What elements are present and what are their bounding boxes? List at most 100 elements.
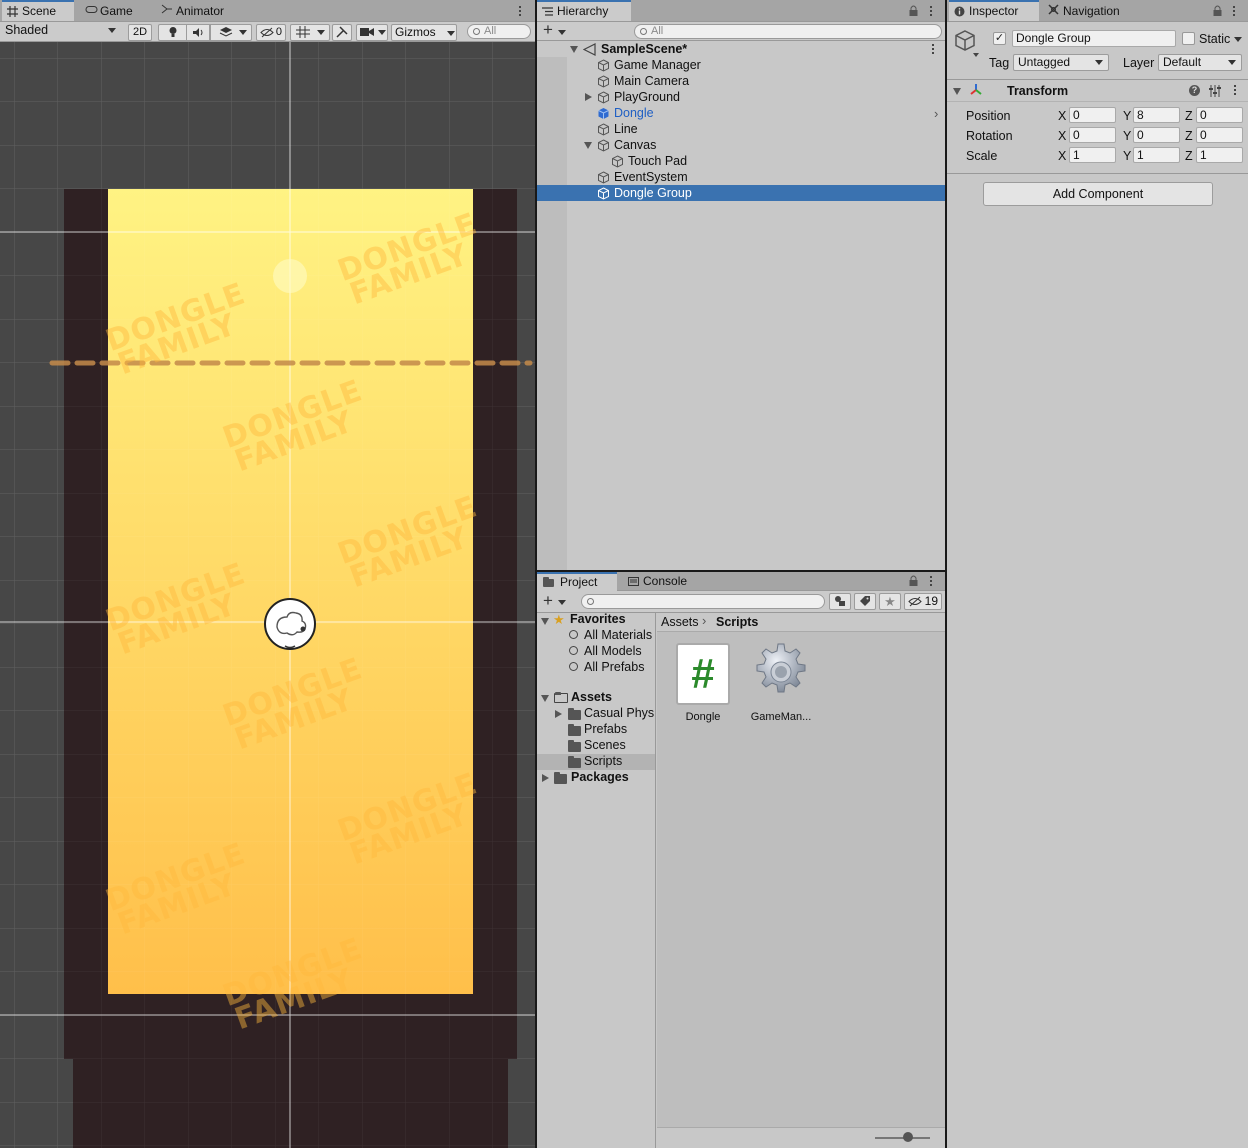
chevron-right-icon[interactable]: › (934, 106, 938, 122)
preset-icon[interactable] (1209, 85, 1221, 97)
hierarchy-item-line[interactable]: Line (537, 121, 945, 137)
hierarchy-search-input[interactable]: All (634, 24, 942, 39)
lock-icon[interactable] (909, 575, 918, 586)
assets-label[interactable]: Assets (571, 689, 612, 705)
scale-y-field[interactable]: 1 (1133, 147, 1180, 163)
favorite-all-models[interactable]: All Models (567, 643, 656, 659)
filter-type-button[interactable] (829, 593, 851, 610)
asset-dongle-script[interactable]: # Dongle (673, 641, 733, 725)
help-icon[interactable]: ? (1189, 85, 1200, 96)
chevron-down-icon[interactable] (317, 30, 325, 35)
hidden-objects-toggle[interactable]: 0 (256, 24, 286, 41)
expand-arrow-icon[interactable] (570, 46, 578, 53)
tag-dropdown[interactable]: Untagged (1013, 54, 1109, 71)
favorite-filter-button[interactable]: ★ (879, 593, 901, 610)
chevron-down-icon[interactable] (558, 30, 566, 35)
object-name-field[interactable]: Dongle Group (1012, 30, 1176, 47)
project-more-icon[interactable] (930, 576, 933, 587)
hierarchy-item-canvas[interactable]: Canvas (537, 137, 945, 153)
eye-slash-icon (260, 27, 274, 38)
gameobject-icon[interactable] (953, 29, 977, 53)
collapse-arrow-icon[interactable] (542, 774, 549, 782)
add-component-button[interactable]: Add Component (983, 182, 1213, 206)
lock-icon[interactable] (909, 5, 918, 16)
tab-scene[interactable]: Scene (2, 0, 74, 21)
list-icon (542, 7, 553, 16)
chevron-down-icon[interactable] (973, 53, 979, 57)
lighting-toggle[interactable] (158, 24, 186, 41)
hierarchy-item-game-manager[interactable]: Game Manager (537, 57, 945, 73)
position-y-field[interactable]: 8 (1133, 107, 1180, 123)
tab-console[interactable]: Console (623, 572, 703, 593)
folder-casual-phys[interactable]: Casual Phys (584, 705, 654, 721)
filter-label-button[interactable] (854, 593, 876, 610)
hierarchy-more-icon[interactable] (930, 6, 933, 17)
tab-project[interactable]: Project (537, 572, 617, 591)
scale-z-field[interactable]: 1 (1196, 147, 1243, 163)
folder-prefabs[interactable]: Prefabs (584, 721, 627, 737)
2d-toggle[interactable]: 2D (128, 24, 152, 41)
chevron-down-icon[interactable] (239, 30, 247, 35)
gizmos-dropdown[interactable]: Gizmos (391, 24, 457, 41)
breadcrumb-scripts[interactable]: Scripts (716, 614, 758, 630)
dongle-sprite-icon[interactable] (263, 597, 318, 652)
favorite-all-materials[interactable]: All Materials (567, 627, 656, 643)
favorites-label[interactable]: Favorites (570, 611, 626, 627)
scene-more-icon[interactable] (519, 6, 522, 17)
expand-arrow-icon[interactable] (584, 142, 592, 149)
packages-label[interactable]: Packages (571, 769, 629, 785)
scene-search-input[interactable]: All (467, 24, 531, 39)
tab-animator[interactable]: Animator (156, 0, 236, 21)
expand-arrow-icon[interactable] (541, 618, 549, 625)
layer-dropdown[interactable]: Default (1158, 54, 1242, 71)
folder-scenes[interactable]: Scenes (584, 737, 626, 753)
lock-icon[interactable] (1213, 5, 1222, 16)
breadcrumb-assets[interactable]: Assets (661, 614, 699, 630)
expand-arrow-icon[interactable] (541, 695, 549, 702)
rotation-y-field[interactable]: 0 (1133, 127, 1180, 143)
active-checkbox[interactable]: ✓ (993, 32, 1006, 45)
hierarchy-item-touch-pad[interactable]: Touch Pad (537, 153, 945, 169)
rotation-z-field[interactable]: 0 (1196, 127, 1243, 143)
add-object-button[interactable]: + (543, 20, 553, 40)
transform-header[interactable]: Transform ? (947, 80, 1248, 102)
tab-navigation[interactable]: Navigation (1043, 0, 1143, 21)
tab-game-label: Game (100, 4, 133, 18)
hierarchy-item-eventsystem[interactable]: EventSystem (537, 169, 945, 185)
collapse-arrow-icon[interactable] (555, 710, 562, 718)
expand-arrow-icon[interactable] (953, 88, 961, 95)
scene-root-row[interactable]: SampleScene* (537, 41, 945, 57)
rotation-x-field[interactable]: 0 (1069, 127, 1116, 143)
layers-icon (219, 27, 233, 37)
chevron-down-icon[interactable] (378, 30, 386, 35)
scale-x-field[interactable]: 1 (1069, 147, 1116, 163)
folder-scripts[interactable]: Scripts (584, 753, 622, 769)
tab-game[interactable]: Game (80, 0, 148, 21)
scene-more-icon[interactable] (932, 44, 935, 55)
asset-gamemanager-script[interactable]: GameMan... (749, 641, 813, 725)
tools-toggle[interactable] (332, 24, 352, 41)
chevron-down-icon[interactable] (558, 600, 566, 605)
component-more-icon[interactable] (1234, 85, 1237, 96)
hierarchy-item-playground[interactable]: PlayGround (537, 89, 945, 105)
collapse-arrow-icon[interactable] (585, 93, 592, 101)
position-x-field[interactable]: 0 (1069, 107, 1116, 123)
chevron-down-icon[interactable] (1234, 37, 1242, 42)
tab-hierarchy[interactable]: Hierarchy (537, 0, 631, 21)
static-checkbox[interactable] (1182, 32, 1195, 45)
hierarchy-item-dongle-group[interactable]: Dongle Group (537, 185, 945, 201)
scene-view[interactable]: DONGLE FAMILY DONGLE FAMILY DONGLE FAMIL… (0, 42, 535, 1148)
audio-toggle[interactable] (186, 24, 210, 41)
position-z-field[interactable]: 0 (1196, 107, 1243, 123)
axis-label: X (1058, 129, 1067, 143)
create-asset-button[interactable]: + (543, 591, 553, 611)
zoom-slider-handle[interactable] (903, 1132, 913, 1142)
hierarchy-item-main-camera[interactable]: Main Camera (537, 73, 945, 89)
tab-inspector[interactable]: Inspector (949, 0, 1039, 21)
hierarchy-item-dongle[interactable]: Dongle › (537, 105, 945, 121)
inspector-more-icon[interactable] (1233, 6, 1236, 17)
hidden-packages-toggle[interactable]: 19 (904, 593, 942, 610)
shading-mode-dropdown[interactable]: Shaded (1, 23, 121, 40)
favorite-all-prefabs[interactable]: All Prefabs (567, 659, 656, 675)
project-search-input[interactable] (581, 594, 825, 609)
